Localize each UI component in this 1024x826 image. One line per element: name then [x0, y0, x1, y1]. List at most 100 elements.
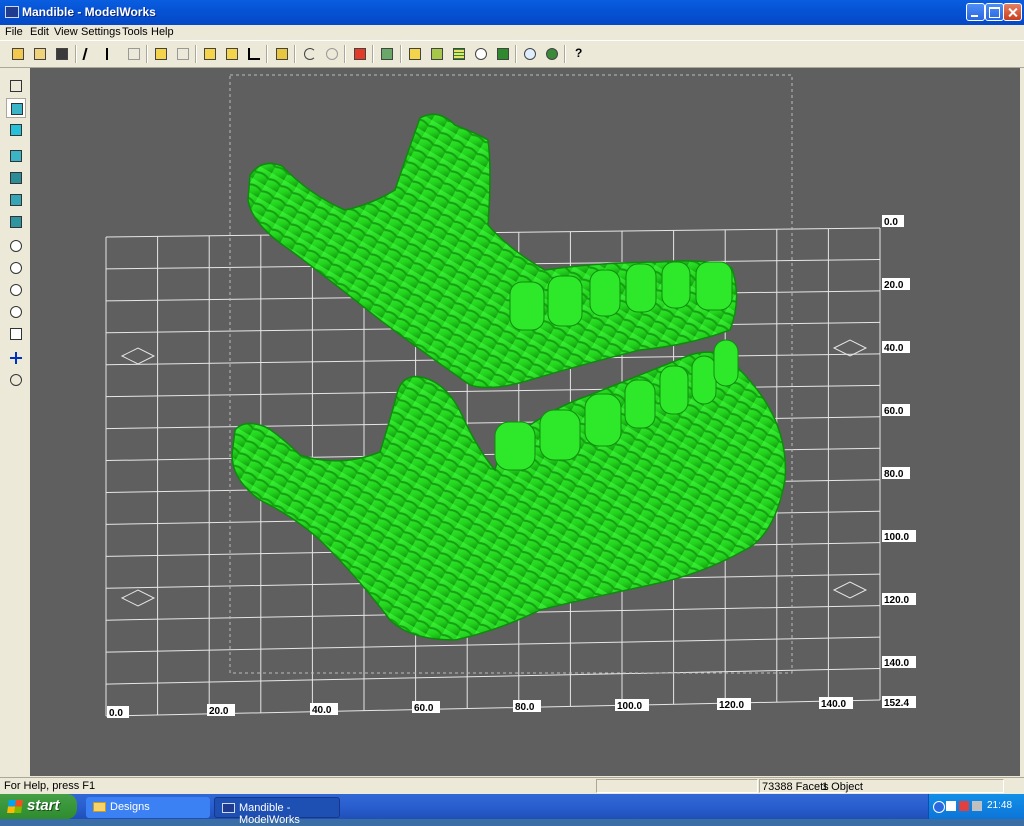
menu-help[interactable]: Help	[151, 26, 174, 38]
align-top-icon[interactable]	[151, 44, 171, 64]
3d-viewport[interactable]: 0.0 20.0 40.0 60.0 80.0 100.0 120.0 140.0 152.4 0…	[30, 68, 1020, 776]
task-button-modelworks[interactable]: Mandible - ModelWorks	[214, 797, 340, 826]
measure-angle-icon[interactable]	[244, 44, 264, 64]
select-vertex-icon[interactable]	[102, 44, 122, 64]
grid-icon[interactable]	[449, 44, 469, 64]
open-folder-icon[interactable]	[8, 44, 28, 64]
menu-settings[interactable]: Settings	[81, 26, 121, 38]
x-axis-label: 80.0	[513, 700, 541, 713]
media-player-icon[interactable]	[946, 801, 956, 811]
svg-text:140.0: 140.0	[884, 658, 909, 669]
split-vertical-icon[interactable]	[272, 44, 292, 64]
save-icon[interactable]	[52, 44, 72, 64]
timer-icon[interactable]	[471, 44, 491, 64]
task-label: Mandible - ModelWorks	[239, 802, 300, 826]
maximize-button[interactable]	[985, 3, 1004, 21]
volume-icon[interactable]	[972, 801, 982, 811]
window-title: Mandible - ModelWorks	[22, 5, 156, 19]
cube-solid-icon[interactable]	[6, 120, 26, 140]
toolbar-separator	[344, 45, 346, 63]
task-button-designs[interactable]: Designs	[86, 797, 210, 818]
undo-icon[interactable]	[300, 44, 320, 64]
y-axis-label: 100.0	[882, 530, 916, 543]
view-left-icon[interactable]	[6, 190, 26, 210]
y-axis-label: 140.0	[882, 656, 916, 669]
zoom-window-left-icon[interactable]	[6, 258, 26, 278]
task-label: Designs	[110, 801, 150, 813]
view-right-icon[interactable]	[6, 212, 26, 232]
y-axis-label: 20.0	[882, 278, 910, 291]
select-edge-icon[interactable]	[124, 44, 144, 64]
zoom-out-icon[interactable]	[6, 302, 26, 322]
zoom-in-point-icon[interactable]	[6, 236, 26, 256]
app-window: Mandible - ModelWorks File Edit View Set…	[0, 0, 1024, 794]
toolbar-separator	[75, 45, 77, 63]
x-axis-label: 20.0	[207, 704, 235, 717]
zoom-region-icon[interactable]	[520, 44, 540, 64]
delete-object-icon[interactable]	[350, 44, 370, 64]
view-front-icon[interactable]	[6, 146, 26, 166]
pan-icon[interactable]	[6, 348, 26, 368]
view-back-icon[interactable]	[6, 168, 26, 188]
app-icon[interactable]	[5, 6, 19, 18]
menu-file[interactable]: File	[5, 26, 23, 38]
menu-view[interactable]: View	[54, 26, 78, 38]
layers-icon[interactable]	[427, 44, 447, 64]
toolbar-separator	[266, 45, 268, 63]
grid-handle[interactable]	[120, 347, 156, 365]
windows-logo-icon	[7, 800, 23, 813]
svg-text:60.0: 60.0	[884, 406, 904, 417]
clock: 21:48	[987, 800, 1013, 811]
zoom-fit-icon[interactable]	[6, 324, 26, 344]
svg-text:100.0: 100.0	[617, 701, 642, 712]
minimize-button[interactable]	[966, 3, 985, 21]
start-label: start	[27, 797, 60, 814]
grid-handle[interactable]	[832, 581, 868, 599]
grid-handle[interactable]	[120, 589, 156, 607]
help-icon[interactable]: ?	[569, 44, 589, 64]
x-axis-label: 40.0	[310, 703, 338, 716]
zoom-in-icon[interactable]	[6, 280, 26, 300]
status-help-text: For Help, press F1	[4, 780, 96, 792]
open-file-icon[interactable]	[30, 44, 50, 64]
redo-icon[interactable]	[322, 44, 342, 64]
svg-text:80.0: 80.0	[884, 469, 904, 480]
close-button[interactable]	[1003, 3, 1022, 21]
x-axis-label: 140.0	[819, 697, 853, 710]
svg-text:100.0: 100.0	[884, 532, 909, 543]
svg-text:120.0: 120.0	[884, 595, 909, 606]
network-icon[interactable]	[959, 801, 969, 811]
menu-bar: File Edit View Settings Tools Help	[0, 25, 1024, 39]
box-view-icon[interactable]	[405, 44, 425, 64]
svg-text:40.0: 40.0	[312, 705, 332, 716]
y-axis-label: 60.0	[882, 404, 910, 417]
grid-line	[105, 668, 881, 685]
align-bottom-icon[interactable]	[173, 44, 193, 64]
cube-wire-icon[interactable]	[6, 76, 26, 96]
select-arrow-icon[interactable]	[80, 44, 100, 64]
grid-handle[interactable]	[832, 339, 868, 357]
menu-tools[interactable]: Tools	[122, 26, 148, 38]
taskbar: start Designs Mandible - ModelWorks 21:4…	[0, 794, 1024, 826]
scene-svg[interactable]: 0.0 20.0 40.0 60.0 80.0 100.0 120.0 140.0 152.4 0…	[30, 68, 1020, 776]
x-axis-label: 0.0	[107, 706, 129, 719]
x-axis-label: 152.4	[882, 696, 916, 709]
status-pane: 73388 Facets 1 Object	[759, 779, 1004, 793]
svg-text:140.0: 140.0	[821, 699, 846, 710]
svg-text:152.4: 152.4	[884, 698, 909, 709]
object-count: 1 Object	[822, 781, 863, 793]
start-button[interactable]: start	[0, 794, 77, 819]
scale-icon[interactable]	[222, 44, 242, 64]
zoom-window-icon[interactable]	[542, 44, 562, 64]
mandible-model[interactable]	[231, 113, 787, 641]
rotate-icon[interactable]	[6, 370, 26, 390]
build-view-icon[interactable]	[377, 44, 397, 64]
group-objects-icon[interactable]	[493, 44, 513, 64]
toolbar-separator	[294, 45, 296, 63]
y-axis-label: 80.0	[882, 467, 910, 480]
title-bar[interactable]: Mandible - ModelWorks	[0, 0, 1024, 25]
tray-expand-icon[interactable]	[933, 801, 945, 813]
cube-select-icon[interactable]	[6, 98, 26, 118]
move-up-icon[interactable]	[200, 44, 220, 64]
menu-edit[interactable]: Edit	[30, 26, 49, 38]
